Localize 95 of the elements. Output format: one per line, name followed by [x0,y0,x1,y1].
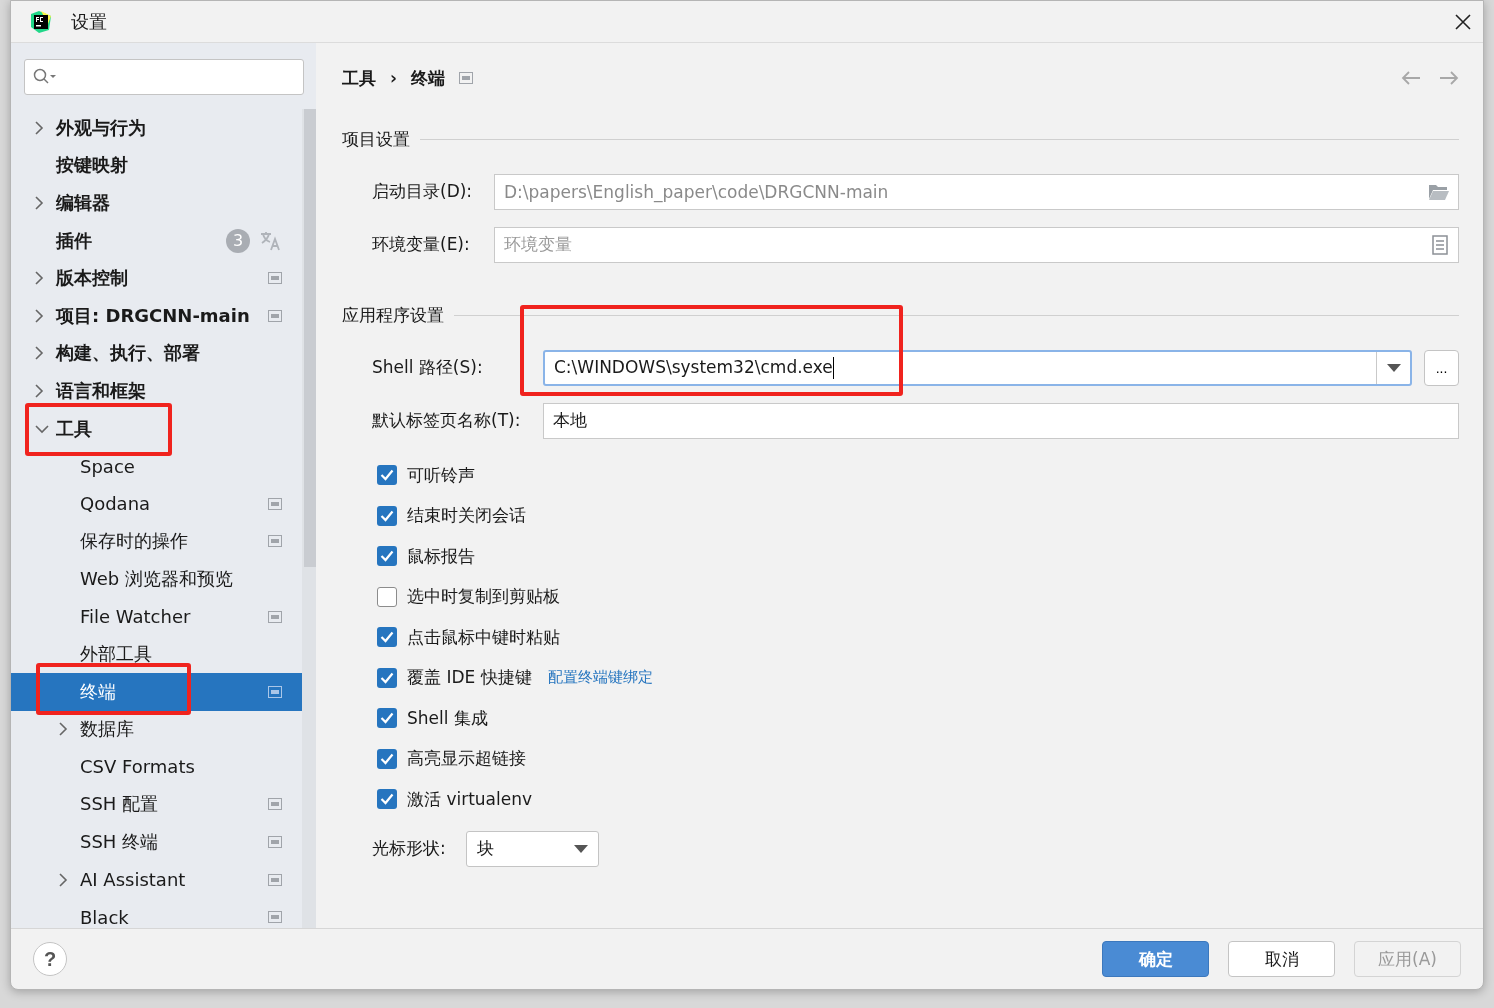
window-title: 设置 [71,9,108,34]
checkbox[interactable] [377,586,397,607]
tree-item[interactable]: 数据库 [11,710,302,749]
project-scope-icon [268,873,282,886]
tree-item[interactable]: 终端 [11,672,302,711]
tree-item[interactable]: CSV Formats [11,748,302,786]
field-placeholder: 环境变量 [504,233,573,256]
keybinding-link[interactable]: 配置终端键绑定 [547,668,653,688]
checkbox[interactable] [377,748,397,769]
tree-item[interactable]: 外部工具 [11,635,302,673]
count-badge: 3 [226,228,250,253]
field-label: 启动目录(D): [372,180,474,203]
section-title: 应用程序设置 [342,303,444,327]
checkbox[interactable] [377,627,397,648]
input-field[interactable]: 本地 [543,402,1459,439]
field-label: 环境变量(E): [372,233,471,256]
breadcrumb-separator: › [390,68,397,88]
checkbox[interactable] [377,789,397,810]
checkbox[interactable] [377,546,397,567]
dropdown-arrow-icon[interactable] [573,844,588,853]
cursor-shape-combo[interactable]: 块 [465,830,599,867]
project-scope-icon [268,911,282,924]
chevron-right-icon[interactable] [35,271,44,286]
tree-item[interactable]: 外观与行为 [11,109,302,147]
checkbox-label: 覆盖 IDE 快捷键 [407,666,532,690]
tree-item[interactable]: 按键映射 [11,146,302,185]
tree-item[interactable]: 插件 3 [11,221,302,260]
tree-item[interactable]: AI Assistant [11,860,302,899]
checkbox-label: Shell 集成 [407,706,488,730]
chevron-right-icon[interactable] [59,872,68,887]
tree-item[interactable]: 语言和框架 [11,372,302,410]
tree-item[interactable]: Black [11,898,302,928]
tree-item[interactable]: 项目: DRGCNN-main [11,296,302,335]
field-value: C:\WINDOWS\system32\cmd.exe [554,356,835,379]
project-scope-icon [268,309,282,322]
tree-item[interactable]: 构建、执行、部署 [11,334,302,373]
translate-icon [260,230,282,251]
project-scope-icon [459,72,473,84]
project-scope-icon [268,836,282,849]
project-scope-icon [268,610,282,623]
chevron-down-icon[interactable] [35,423,49,434]
app-logo-icon [29,9,53,34]
checkbox[interactable] [377,667,397,688]
tree-item[interactable]: Qodana [11,484,302,523]
browse-button[interactable]: ... [1424,349,1459,386]
folder-icon[interactable] [1428,182,1450,201]
chevron-right-icon[interactable] [35,196,44,210]
tree-item[interactable]: Space [11,447,302,485]
chevron-right-icon[interactable] [35,346,44,361]
scrollbar-thumb[interactable] [304,109,316,567]
tree-item[interactable]: 保存时的操作 [11,522,302,561]
checkbox-label: 鼠标报告 [407,544,475,568]
close-icon[interactable] [1455,13,1471,30]
tree-item[interactable]: 工具 [11,409,302,448]
field-label: 默认标签页名称(T): [372,409,522,432]
checkbox-label: 结束时关闭会话 [407,504,526,528]
dropdown-arrow-icon[interactable] [1386,363,1401,372]
checkbox-label: 激活 virtualenv [407,787,533,811]
shell-path-combo[interactable]: C:\WINDOWS\system32\cmd.exe [543,349,1412,386]
chevron-right-icon[interactable] [35,383,44,398]
checkbox-label: 选中时复制到剪贴板 [407,585,560,609]
chevron-right-icon[interactable] [59,722,68,737]
field-label: 光标形状: [372,837,446,860]
project-scope-icon [268,798,282,811]
section-title: 项目设置 [342,127,410,151]
tree-item[interactable]: 版本控制 [11,259,302,297]
search-field[interactable] [24,59,304,95]
field-value: D:\papers\English_paper\code\DRGCNN-main [504,181,890,202]
project-scope-icon [268,685,282,698]
checkbox[interactable] [377,465,397,486]
field-value: 本地 [553,409,588,432]
project-scope-icon [268,272,282,285]
search-icon [33,68,57,86]
project-scope-icon [268,497,282,510]
help-button[interactable]: ? [33,942,67,976]
breadcrumb-item: 工具 [342,66,376,90]
field-label: Shell 路径(S): [372,356,484,379]
field-value: 块 [476,837,495,860]
dialog-button[interactable]: 确定 [1102,941,1209,977]
checkbox[interactable] [377,505,397,526]
tree-item[interactable]: File Watcher [11,597,302,636]
checkbox-label: 点击鼠标中键时粘贴 [407,625,560,649]
checkbox[interactable] [377,708,397,729]
checkbox-label: 可听铃声 [407,463,475,487]
chevron-right-icon[interactable] [35,120,44,135]
chevron-right-icon[interactable] [35,308,44,323]
input-field[interactable]: D:\papers\English_paper\code\DRGCNN-main [494,173,1459,210]
breadcrumb-item: 终端 [411,66,445,90]
dialog-button[interactable]: 取消 [1228,941,1335,977]
tree-item[interactable]: SSH 配置 [11,785,302,824]
tree-item[interactable]: SSH 终端 [11,823,302,861]
tree-item[interactable]: Web 浏览器和预览 [11,560,302,598]
project-scope-icon [268,535,282,548]
tree-item[interactable]: 编辑器 [11,184,302,222]
checkbox-label: 高亮显示超链接 [407,747,526,771]
